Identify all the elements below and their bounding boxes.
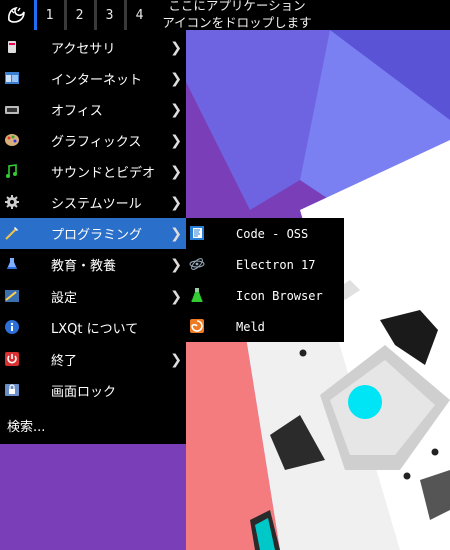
education-icon [7, 258, 17, 269]
code-oss-icon [190, 226, 204, 240]
menu-item-graphics[interactable]: グラフィックス ❯ [0, 125, 186, 156]
icon-browser-icon [191, 288, 203, 303]
application-menu-button[interactable] [0, 0, 32, 30]
menu-item-label: アクセサリ [51, 42, 116, 57]
menu-item-settings[interactable]: 設定 ❯ [0, 281, 186, 312]
menu-item-label: プログラミング [51, 228, 143, 243]
menu-item-label: 教育・教養 [51, 259, 117, 274]
submenu-item-label: Meld [236, 319, 265, 334]
lxqt-logo-icon [8, 6, 25, 23]
menu-item-label: 終了 [51, 354, 78, 369]
programming-icon [5, 227, 18, 240]
chevron-right-icon: ❯ [170, 163, 182, 180]
submenu-item-label: Code - OSS [236, 226, 309, 241]
menu-item-office[interactable]: オフィス ❯ [0, 94, 186, 125]
desktop-switch-3[interactable]: 3 [94, 0, 122, 30]
menu-item-internet[interactable]: インターネット ❯ [0, 63, 186, 94]
menu-item-system-tools[interactable]: システムツール ❯ [0, 187, 186, 218]
drop-hint-line2: アイコンをドロップします [162, 15, 312, 30]
system-tools-icon [5, 195, 19, 209]
meld-icon [190, 319, 204, 333]
submenu-item-code-oss[interactable]: Code - OSS [186, 218, 344, 249]
top-panel: 1 2 3 4 ここにアプリケーション アイコンをドロップします [0, 0, 450, 30]
sound-video-icon [6, 164, 17, 178]
quicklaunch-drop-hint: ここにアプリケーション アイコンをドロップします [152, 0, 322, 31]
submenu-item-icon-browser[interactable]: Icon Browser [186, 280, 344, 311]
application-menu: アクセサリ ❯ インターネット ❯ オフィス ❯ グラフィックス ❯ サウンドと… [0, 30, 186, 444]
chevron-right-icon: ❯ [170, 225, 182, 242]
desktop-switch-4[interactable]: 4 [124, 0, 152, 30]
internet-icon [5, 72, 19, 84]
submenu-item-meld[interactable]: Meld [186, 311, 344, 342]
chevron-right-icon: ❯ [170, 194, 182, 211]
menu-item-sound-video[interactable]: サウンドとビデオ ❯ [0, 156, 186, 187]
desktop-switch-1[interactable]: 1 [34, 0, 62, 30]
menu-item-label: 画面ロック [51, 385, 117, 400]
menu-item-programming[interactable]: プログラミング ❯ [0, 218, 186, 249]
submenu-item-electron[interactable]: Electron 17 [186, 249, 344, 280]
menu-item-label: オフィス [51, 104, 103, 119]
chevron-right-icon: ❯ [170, 101, 182, 118]
chevron-right-icon: ❯ [170, 288, 182, 305]
info-icon [5, 320, 19, 334]
settings-icon [5, 290, 19, 302]
menu-item-education[interactable]: 教育・教養 ❯ [0, 249, 186, 280]
menu-item-accessories[interactable]: アクセサリ ❯ [0, 32, 186, 63]
menu-item-label: グラフィックス [51, 135, 142, 150]
menu-item-label: LXQt について [51, 322, 139, 337]
menu-item-leave[interactable]: 終了 ❯ [0, 344, 186, 375]
power-icon [5, 352, 19, 366]
accessories-icon [8, 41, 16, 53]
lock-screen-icon [5, 384, 19, 396]
submenu-item-label: Icon Browser [236, 288, 323, 303]
menu-search-label: 検索... [7, 420, 46, 435]
chevron-right-icon: ❯ [170, 70, 182, 87]
chevron-right-icon: ❯ [170, 351, 182, 368]
menu-item-lock-screen[interactable]: 画面ロック [0, 375, 186, 406]
desktop-switch-2[interactable]: 2 [64, 0, 92, 30]
menu-item-label: 設定 [51, 291, 78, 306]
menu-item-about-lxqt[interactable]: LXQt について [0, 312, 186, 343]
submenu-item-label: Electron 17 [236, 257, 316, 272]
graphics-icon [5, 134, 19, 146]
drop-hint-line1: ここにアプリケーション [168, 0, 306, 13]
menu-item-label: インターネット [51, 73, 143, 88]
chevron-right-icon: ❯ [170, 256, 182, 273]
electron-icon [189, 258, 205, 270]
menu-search[interactable]: 検索... [0, 410, 186, 441]
chevron-right-icon: ❯ [170, 39, 182, 56]
menu-item-label: サウンドとビデオ [51, 166, 156, 181]
chevron-right-icon: ❯ [170, 132, 182, 149]
office-icon [5, 106, 19, 114]
menu-item-label: システムツール [51, 197, 142, 212]
programming-submenu: Code - OSS Electron 17 Icon Browser Meld [186, 218, 344, 342]
